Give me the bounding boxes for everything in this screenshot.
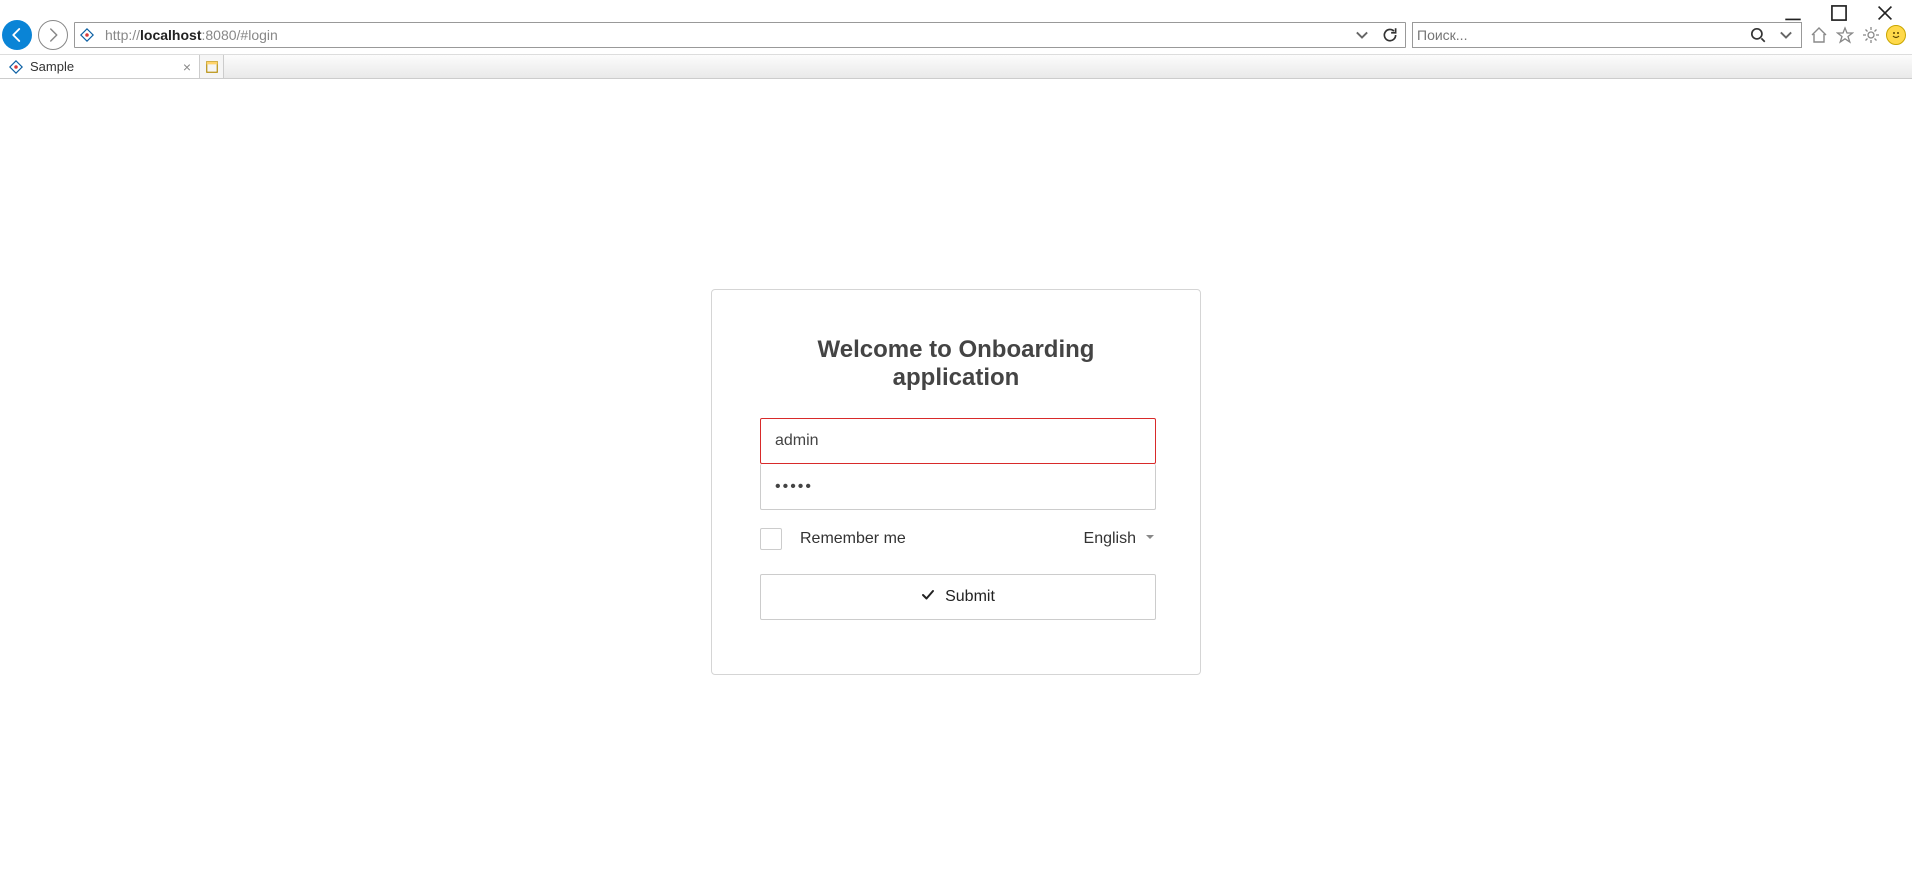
reload-button[interactable] xyxy=(1379,24,1401,46)
search-dropdown-icon[interactable] xyxy=(1775,24,1797,46)
search-box[interactable] xyxy=(1412,22,1802,48)
chevron-down-icon xyxy=(1144,530,1156,548)
site-icon xyxy=(79,27,95,43)
tab-close-button[interactable]: × xyxy=(183,59,191,75)
window-close-button[interactable] xyxy=(1874,2,1896,24)
tools-icon[interactable] xyxy=(1860,24,1882,46)
address-bar[interactable]: http://localhost:8080/#login xyxy=(74,22,1406,48)
url-display: http://localhost:8080/#login xyxy=(101,27,1345,43)
window-maximize-button[interactable] xyxy=(1828,2,1850,24)
login-options-row: Remember me English xyxy=(760,528,1156,550)
new-tab-button[interactable] xyxy=(200,55,224,78)
url-host: localhost xyxy=(140,27,201,43)
feedback-icon[interactable] xyxy=(1886,25,1906,45)
search-input[interactable] xyxy=(1417,23,1741,47)
tab-title: Sample xyxy=(30,59,74,74)
url-proto: http:// xyxy=(105,27,140,43)
window-controls xyxy=(1766,0,1912,26)
login-title: Welcome to Onboarding application xyxy=(760,336,1152,392)
compat-dropdown-icon[interactable] xyxy=(1351,24,1373,46)
browser-chrome: http://localhost:8080/#login xyxy=(0,0,1912,79)
language-value: English xyxy=(1084,530,1136,548)
submit-label: Submit xyxy=(945,588,995,606)
url-rest: :8080/#login xyxy=(202,27,278,43)
page-content: Welcome to Onboarding application Rememb… xyxy=(0,79,1912,881)
password-input[interactable] xyxy=(760,464,1156,510)
search-icon[interactable] xyxy=(1747,24,1769,46)
tab-favicon xyxy=(8,59,24,75)
browser-tab[interactable]: Sample × xyxy=(0,55,200,78)
login-card: Welcome to Onboarding application Rememb… xyxy=(711,289,1201,675)
language-select[interactable]: English xyxy=(1084,530,1156,548)
nav-forward-button[interactable] xyxy=(38,20,68,50)
tab-strip: Sample × xyxy=(0,54,1912,78)
home-icon[interactable] xyxy=(1808,24,1830,46)
remember-me-label: Remember me xyxy=(800,530,906,548)
submit-button[interactable]: Submit xyxy=(760,574,1156,620)
username-input[interactable] xyxy=(760,418,1156,464)
remember-me-checkbox[interactable] xyxy=(760,528,782,550)
nav-back-button[interactable] xyxy=(2,20,32,50)
window-minimize-button[interactable] xyxy=(1782,2,1804,24)
check-icon xyxy=(921,588,935,607)
favorites-icon[interactable] xyxy=(1834,24,1856,46)
